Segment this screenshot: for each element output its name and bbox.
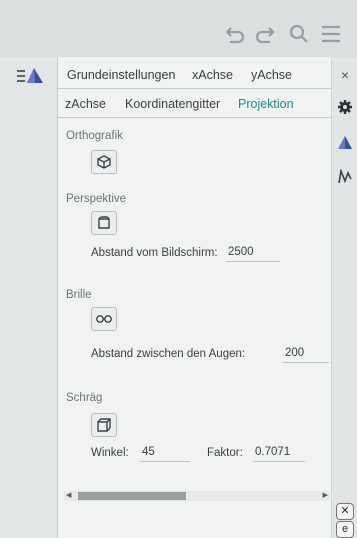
tab-zachse[interactable]: zAchse <box>62 93 109 115</box>
winkel-input[interactable] <box>140 442 190 462</box>
abstand-bildschirm-input[interactable] <box>226 242 280 262</box>
tab-row-2: zAchse Koordinatengitter Projektion <box>58 88 332 118</box>
faktor-label: Faktor: <box>207 447 243 459</box>
top-toolbar <box>0 0 357 57</box>
brille-button[interactable] <box>91 307 117 331</box>
orthografik-button[interactable] <box>91 150 117 174</box>
bottom-close-icon[interactable]: ✕ <box>336 503 354 520</box>
cube-oblique-icon <box>97 418 111 432</box>
tab-grundeinstellungen[interactable]: Grundeinstellungen <box>64 64 178 86</box>
abstand-bildschirm-label: Abstand vom Bildschirm: <box>91 247 218 259</box>
graphics-view-icon[interactable] <box>335 167 355 187</box>
tab-xachse[interactable]: xAchse <box>189 64 236 86</box>
gear-icon[interactable] <box>335 97 355 117</box>
faktor-input[interactable] <box>253 442 305 462</box>
3d-graphics-icon[interactable] <box>335 133 355 153</box>
tab-koordinatengitter[interactable]: Koordinatengitter <box>122 93 223 115</box>
menu-icon[interactable] <box>318 20 344 48</box>
cube-orthographic-icon <box>97 155 111 169</box>
scroll-right-arrow-icon[interactable]: ▶ <box>323 491 328 501</box>
right-sidebar: × <box>332 57 357 538</box>
tab-projektion[interactable]: Projektion <box>235 93 297 115</box>
winkel-label: Winkel: <box>91 447 129 459</box>
settings-panel: Grundeinstellungen xAchse yAchse zAchse … <box>58 57 332 538</box>
bottom-e-button[interactable]: e <box>336 521 354 538</box>
cube-perspective-icon <box>98 216 110 229</box>
schraeg-button[interactable] <box>91 413 117 437</box>
undo-icon[interactable] <box>222 20 248 48</box>
perspektive-button[interactable] <box>91 211 117 235</box>
brille-label: Brille <box>66 289 92 301</box>
redo-icon[interactable] <box>252 20 278 48</box>
scroll-left-arrow-icon[interactable]: ◀ <box>66 491 71 501</box>
tab-row-1: Grundeinstellungen xAchse yAchse <box>58 59 332 89</box>
perspektive-label: Perspektive <box>66 193 127 205</box>
search-icon[interactable] <box>286 20 312 48</box>
abstand-augen-label: Abstand zwischen den Augen: <box>91 348 246 360</box>
left-sidebar <box>0 57 58 538</box>
orthografik-label: Orthografik <box>66 130 123 142</box>
tab-yachse[interactable]: yAchse <box>248 64 295 86</box>
abstand-augen-input[interactable] <box>283 343 329 363</box>
horizontal-scrollbar[interactable]: ◀ ▶ <box>64 491 330 501</box>
close-panel-icon[interactable]: × <box>335 65 355 85</box>
schraeg-label: Schräg <box>66 392 103 404</box>
scrollbar-thumb[interactable] <box>78 492 186 500</box>
algebra-view-toggle-icon[interactable] <box>15 66 45 86</box>
glasses-icon <box>96 315 112 323</box>
